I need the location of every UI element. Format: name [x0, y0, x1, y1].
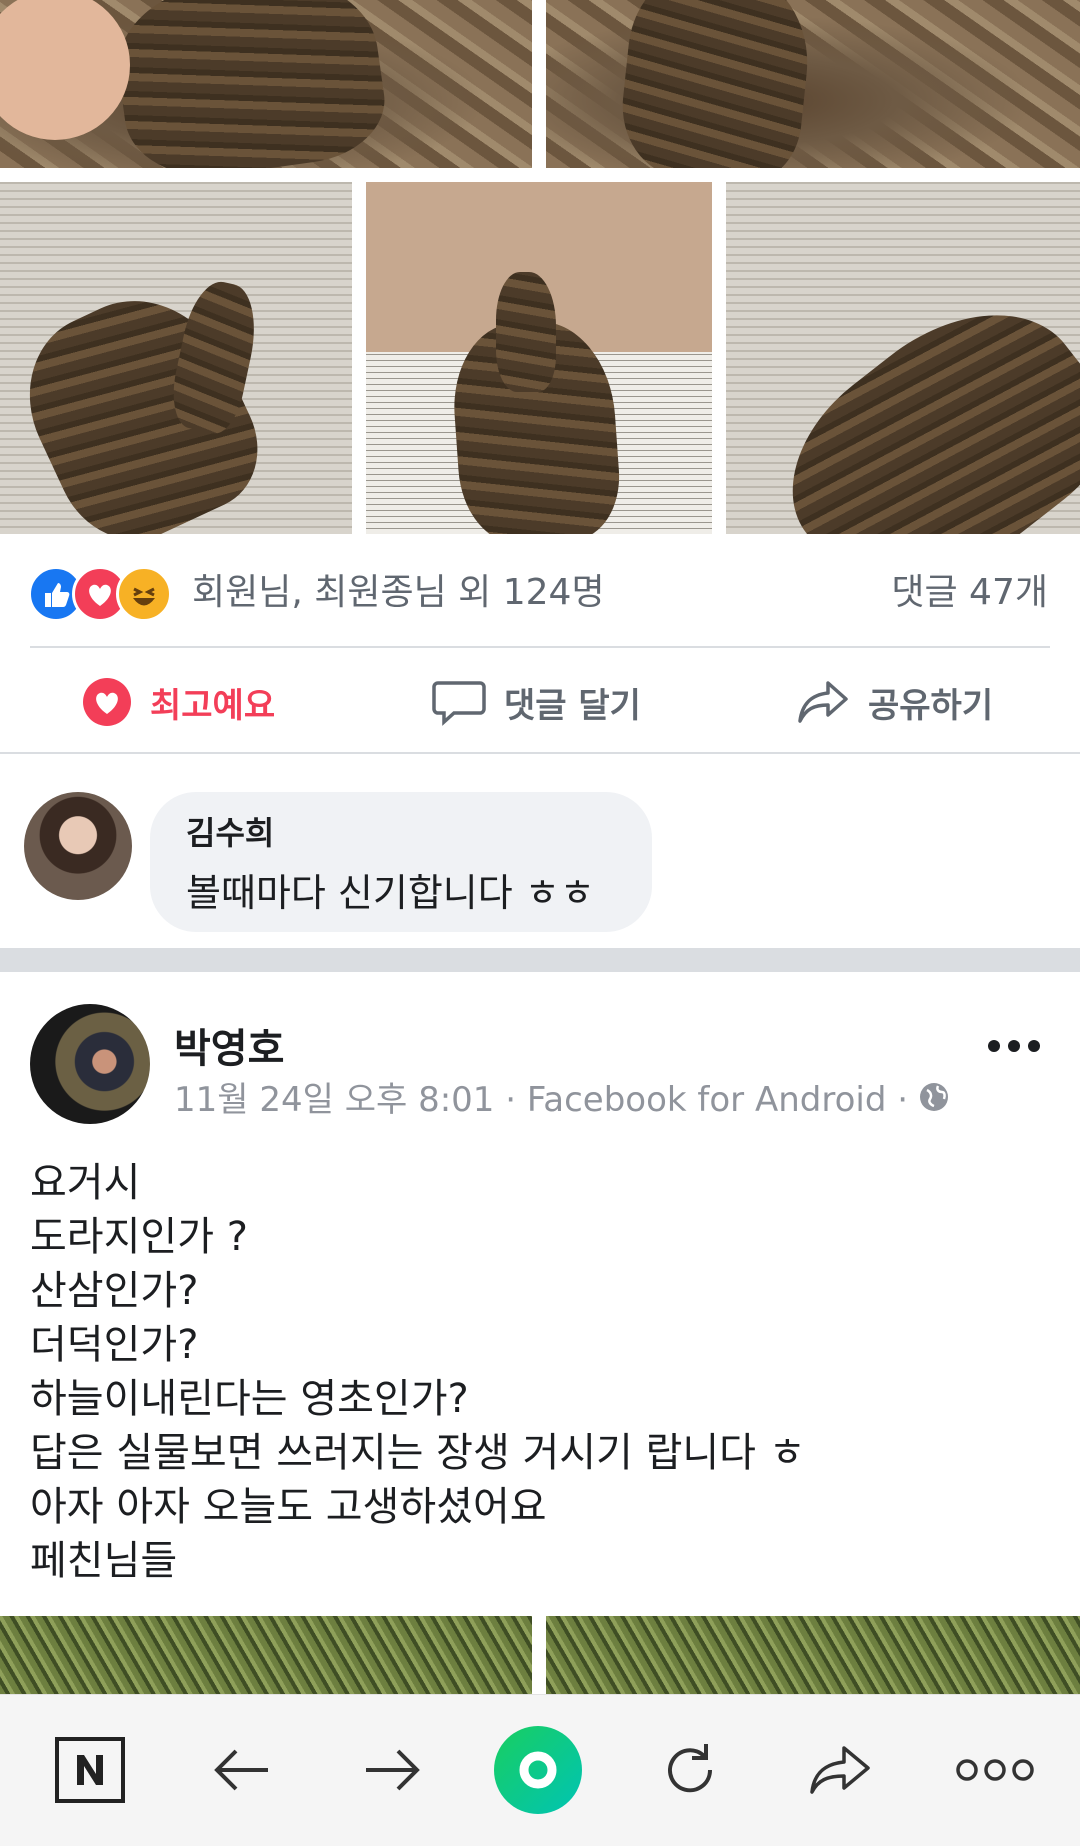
- comment-button[interactable]: 댓글 달기: [432, 668, 641, 736]
- post-author-name[interactable]: 박영호: [174, 1016, 284, 1074]
- forward-arrow-icon[interactable]: [352, 1730, 432, 1810]
- globe-icon: [920, 1082, 949, 1111]
- comment-bubble-icon: [432, 681, 486, 726]
- share-button-label: 공유하기: [868, 685, 994, 726]
- post-author-avatar[interactable]: [30, 1004, 150, 1124]
- divider: [30, 646, 1050, 648]
- post-separator: [0, 948, 1080, 972]
- reaction-icons[interactable]: [28, 566, 178, 622]
- post-line: 산삼인가?: [30, 1268, 199, 1314]
- post-line: 페친님들: [30, 1538, 178, 1584]
- post-photo-7[interactable]: [546, 1616, 1080, 1696]
- commenter-avatar[interactable]: [24, 792, 132, 900]
- more-options-icon[interactable]: [988, 1040, 1040, 1052]
- love-button[interactable]: 최고예요: [82, 668, 275, 736]
- post-line: 도라지인가 ?: [30, 1214, 248, 1260]
- post-photo-5[interactable]: [726, 182, 1080, 534]
- post-line: 답은 실물보면 쓰러지는 장생 거시기 랍니다 ㅎ: [30, 1430, 806, 1476]
- comment-author[interactable]: 김수희: [186, 808, 274, 854]
- share-arrow-icon: [798, 681, 848, 723]
- more-icon[interactable]: [950, 1730, 1040, 1810]
- back-arrow-icon[interactable]: [202, 1730, 282, 1810]
- love-button-label: 최고예요: [150, 685, 276, 726]
- love-reaction-icon: [83, 678, 131, 726]
- post-line: 요거시: [30, 1160, 141, 1206]
- post-meta-text: 11월 24일 오후 8:01 · Facebook for Android ·: [174, 1080, 909, 1120]
- post-photo-2[interactable]: [546, 0, 1080, 168]
- post-meta: 11월 24일 오후 8:01 · Facebook for Android ·: [174, 1072, 950, 1121]
- naver-n-icon[interactable]: [50, 1730, 130, 1810]
- comment-count[interactable]: 댓글 47개: [891, 568, 1048, 618]
- share-button[interactable]: 공유하기: [796, 668, 993, 736]
- comment-text: 볼때마다 신기합니다 ㅎㅎ: [186, 871, 595, 915]
- post-line: 더덕인가?: [30, 1322, 199, 1368]
- post-photo-3[interactable]: [0, 182, 352, 534]
- post-photo-6[interactable]: [0, 1616, 532, 1696]
- post-text: 요거시 도라지인가 ? 산삼인가? 더덕인가? 하늘이내린다는 영초인가? 답은…: [30, 1156, 1050, 1588]
- share-icon[interactable]: [800, 1730, 880, 1810]
- naver-green-dot-icon[interactable]: [490, 1722, 586, 1818]
- reload-icon[interactable]: [650, 1730, 730, 1810]
- post-line: 하늘이내린다는 영초인가?: [30, 1376, 469, 1422]
- post-photo-4[interactable]: [366, 182, 712, 534]
- reaction-summary[interactable]: 회원님, 최원종님 외 124명: [192, 568, 605, 618]
- post-photo-1[interactable]: [0, 0, 532, 168]
- haha-icon: [116, 566, 172, 622]
- comment-button-label: 댓글 달기: [504, 685, 641, 726]
- divider: [0, 752, 1080, 754]
- post-line: 아자 아자 오늘도 고생하셨어요: [30, 1484, 547, 1530]
